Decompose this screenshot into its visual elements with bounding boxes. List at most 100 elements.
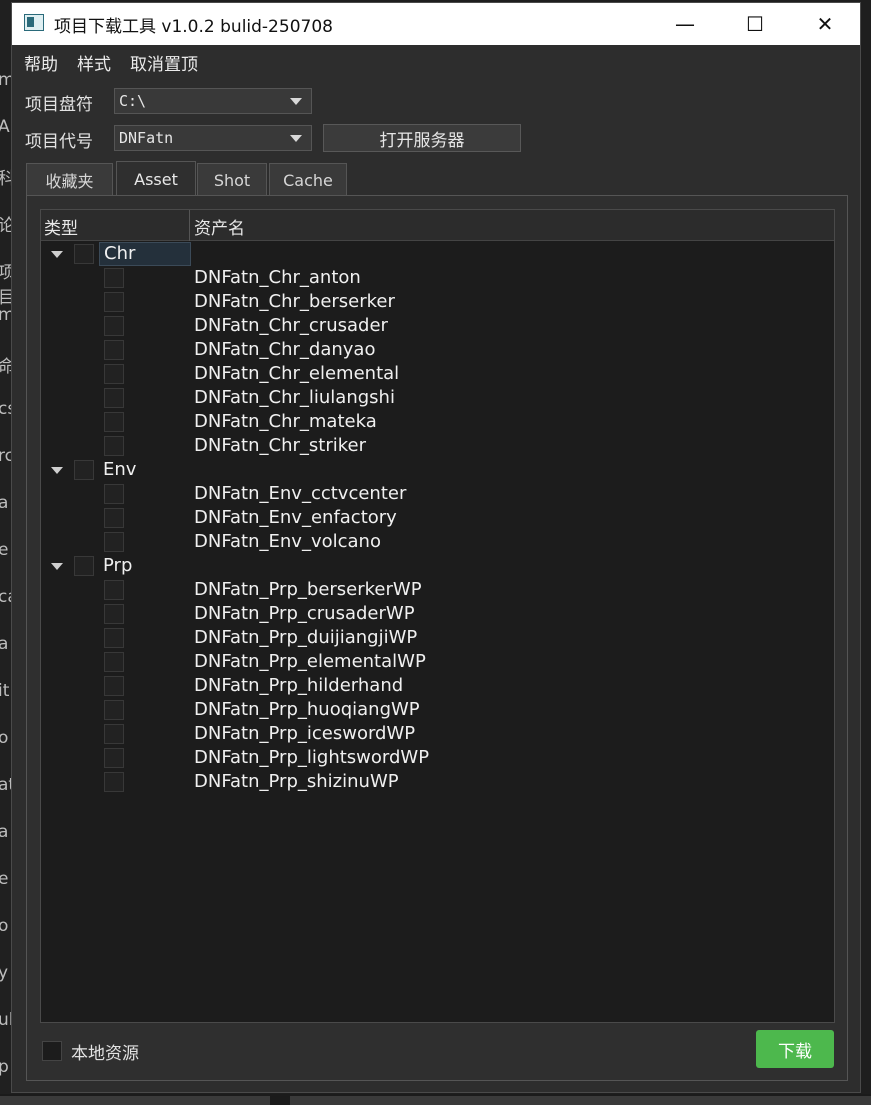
tree-asset-row[interactable]: DNFatn_Prp_shizinuWP xyxy=(41,770,834,794)
asset-checkbox[interactable] xyxy=(104,700,124,720)
tree-asset-row[interactable]: DNFatn_Chr_berserker xyxy=(41,290,834,314)
group-checkbox[interactable] xyxy=(74,556,94,576)
tree-asset-row[interactable]: DNFatn_Chr_crusader xyxy=(41,314,834,338)
asset-checkbox[interactable] xyxy=(104,724,124,744)
group-label: Chr xyxy=(99,242,191,266)
close-button[interactable]: ✕ xyxy=(790,3,860,45)
tree-header: 类型 资产名 xyxy=(41,210,834,241)
project-label: 项目代号 xyxy=(25,132,93,152)
minimize-icon: — xyxy=(675,12,695,36)
tab-cache[interactable]: Cache xyxy=(269,163,347,196)
asset-checkbox[interactable] xyxy=(104,580,124,600)
asset-name: DNFatn_Chr_elemental xyxy=(194,363,400,384)
asset-name: DNFatn_Prp_lightswordWP xyxy=(194,747,430,768)
background-text-fragment: y xyxy=(0,963,9,983)
background-text-fragment: it xyxy=(0,681,10,701)
asset-name: DNFatn_Prp_duijiangjiWP xyxy=(194,627,418,648)
column-type[interactable]: 类型 xyxy=(44,214,78,239)
asset-name: DNFatn_Chr_mateka xyxy=(194,411,377,432)
expand-arrow-icon[interactable] xyxy=(51,251,63,258)
tree-asset-row[interactable]: DNFatn_Env_cctvcenter xyxy=(41,482,834,506)
asset-name: DNFatn_Prp_huoqiangWP xyxy=(194,699,420,720)
tree-asset-row[interactable]: DNFatn_Prp_hilderhand xyxy=(41,674,834,698)
project-select[interactable]: DNFatn xyxy=(114,125,312,151)
asset-checkbox[interactable] xyxy=(104,412,124,432)
local-resource-label: 本地资源 xyxy=(71,1044,139,1064)
tree-asset-row[interactable]: DNFatn_Chr_striker xyxy=(41,434,834,458)
group-checkbox[interactable] xyxy=(74,460,94,480)
download-button[interactable]: 下载 xyxy=(756,1030,834,1068)
tree-asset-row[interactable]: DNFatn_Chr_anton xyxy=(41,266,834,290)
drive-value: C:\ xyxy=(119,92,147,110)
maximize-button[interactable]: ☐ xyxy=(720,3,790,45)
expand-arrow-icon[interactable] xyxy=(51,467,63,474)
asset-name: DNFatn_Chr_crusader xyxy=(194,315,388,336)
tree-asset-row[interactable]: DNFatn_Env_volcano xyxy=(41,530,834,554)
asset-checkbox[interactable] xyxy=(104,388,124,408)
tree-asset-row[interactable]: DNFatn_Chr_mateka xyxy=(41,410,834,434)
menu-unpin[interactable]: 取消置顶 xyxy=(130,50,198,75)
chevron-down-icon xyxy=(290,98,302,105)
asset-checkbox[interactable] xyxy=(104,604,124,624)
tab-asset[interactable]: Asset xyxy=(116,161,196,197)
tree-asset-row[interactable]: DNFatn_Prp_elementalWP xyxy=(41,650,834,674)
tree-asset-row[interactable]: DNFatn_Chr_liulangshi xyxy=(41,386,834,410)
maximize-icon: ☐ xyxy=(746,12,764,36)
asset-checkbox[interactable] xyxy=(104,316,124,336)
asset-checkbox[interactable] xyxy=(104,676,124,696)
background-taskbar-segment xyxy=(290,1096,871,1105)
drive-label: 项目盘符 xyxy=(25,95,93,115)
asset-checkbox[interactable] xyxy=(104,484,124,504)
minimize-button[interactable]: — xyxy=(650,3,720,45)
open-server-button[interactable]: 打开服务器 xyxy=(323,124,521,152)
tree-asset-row[interactable]: DNFatn_Chr_elemental xyxy=(41,362,834,386)
asset-checkbox[interactable] xyxy=(104,364,124,384)
column-asset-name[interactable]: 资产名 xyxy=(194,214,245,239)
tree-asset-row[interactable]: DNFatn_Prp_crusaderWP xyxy=(41,602,834,626)
asset-name: DNFatn_Prp_crusaderWP xyxy=(194,603,415,624)
group-label: Env xyxy=(103,459,137,480)
asset-name: DNFatn_Prp_elementalWP xyxy=(194,651,426,672)
tree-group-row[interactable]: Env xyxy=(41,458,834,482)
menu-help[interactable]: 帮助 xyxy=(24,50,58,75)
asset-checkbox[interactable] xyxy=(104,772,124,792)
background-text-fragment: a xyxy=(0,634,9,654)
title-bar[interactable]: 项目下载工具 v1.0.2 bulid-250708 — ☐ ✕ xyxy=(12,3,860,45)
drive-select[interactable]: C:\ xyxy=(114,88,312,114)
asset-checkbox[interactable] xyxy=(104,652,124,672)
tree-group-row[interactable]: Chr xyxy=(41,242,834,266)
tree-asset-row[interactable]: DNFatn_Prp_huoqiangWP xyxy=(41,698,834,722)
group-label: Prp xyxy=(103,555,133,576)
close-icon: ✕ xyxy=(816,12,834,36)
menu-style[interactable]: 样式 xyxy=(77,50,111,75)
background-text-fragment: a xyxy=(0,493,9,513)
tab-shot[interactable]: Shot xyxy=(197,163,267,196)
tree-asset-row[interactable]: DNFatn_Chr_danyao xyxy=(41,338,834,362)
menu-bar: 帮助 样式 取消置顶 xyxy=(12,45,860,75)
app-window: 项目下载工具 v1.0.2 bulid-250708 — ☐ ✕ 帮助 样式 取… xyxy=(11,2,861,1093)
tree-asset-row[interactable]: DNFatn_Prp_iceswordWP xyxy=(41,722,834,746)
tree-asset-row[interactable]: DNFatn_Prp_lightswordWP xyxy=(41,746,834,770)
project-value: DNFatn xyxy=(119,129,174,147)
expand-arrow-icon[interactable] xyxy=(51,563,63,570)
asset-checkbox[interactable] xyxy=(104,532,124,552)
asset-name: DNFatn_Env_cctvcenter xyxy=(194,483,407,504)
group-checkbox[interactable] xyxy=(74,244,94,264)
tab-favorites[interactable]: 收藏夹 xyxy=(26,163,113,196)
asset-checkbox[interactable] xyxy=(104,748,124,768)
asset-checkbox[interactable] xyxy=(104,508,124,528)
local-resource-checkbox[interactable] xyxy=(42,1041,62,1061)
tree-asset-row[interactable]: DNFatn_Prp_berserkerWP xyxy=(41,578,834,602)
tree-asset-row[interactable]: DNFatn_Prp_duijiangjiWP xyxy=(41,626,834,650)
asset-checkbox[interactable] xyxy=(104,628,124,648)
asset-checkbox[interactable] xyxy=(104,340,124,360)
asset-checkbox[interactable] xyxy=(104,436,124,456)
asset-tree[interactable]: 类型 资产名 Chr DNFatn_Chr_anton DNFatn_Chr_ber… xyxy=(40,209,835,1023)
background-text-fragment: a xyxy=(0,822,9,842)
asset-name: DNFatn_Prp_iceswordWP xyxy=(194,723,416,744)
asset-checkbox[interactable] xyxy=(104,268,124,288)
column-divider[interactable] xyxy=(189,210,190,241)
asset-checkbox[interactable] xyxy=(104,292,124,312)
tree-group-row[interactable]: Prp xyxy=(41,554,834,578)
tree-asset-row[interactable]: DNFatn_Env_enfactory xyxy=(41,506,834,530)
